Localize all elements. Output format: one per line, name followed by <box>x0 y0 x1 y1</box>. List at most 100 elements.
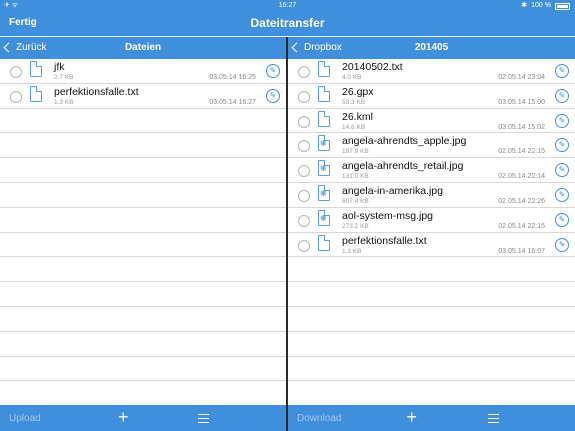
image-file-icon <box>318 209 330 226</box>
file-name: angela-in-amerika.jpg <box>342 184 443 197</box>
file-row[interactable]: 20140502.txt 4.0 KB 02.05.14 23:04 ✎ <box>288 59 575 84</box>
file-date: 03.05.14 16:07 <box>498 247 545 255</box>
image-file-icon <box>318 184 330 201</box>
status-time: 16:27 <box>278 2 297 9</box>
file-row[interactable]: aol-system-msg.jpg273.2 KB 02.05.14 22:15… <box>288 208 575 233</box>
image-file-icon <box>318 160 330 177</box>
empty-row <box>0 158 286 183</box>
edit-icon[interactable]: ✎ <box>555 237 569 252</box>
local-file-list: jfk 2.7 KB 03.05.14 16:25 ✎ perfektionsfalle… <box>0 59 286 405</box>
edit-icon[interactable]: ✎ <box>555 113 569 128</box>
add-icon[interactable]: + <box>118 407 129 427</box>
left-pane-header: Zurück Dateien <box>0 37 286 59</box>
file-size: 187.9 KB <box>342 148 369 156</box>
file-date: 02.05.14 23:04 <box>498 74 545 81</box>
left-pane-title: Dateien <box>124 42 162 53</box>
empty-row <box>0 381 286 405</box>
right-pane-header: Dropbox 201405 <box>288 37 575 59</box>
list-icon[interactable] <box>198 414 209 423</box>
file-row[interactable]: perfektionsfalle.txt 1.3 KB 03.05.14 16:07… <box>288 233 575 258</box>
edit-icon[interactable]: ✎ <box>555 64 569 78</box>
edit-icon[interactable]: ✎ <box>555 88 569 103</box>
select-radio[interactable] <box>298 165 310 178</box>
empty-row <box>288 332 575 357</box>
file-size: 2.7 KB <box>54 74 74 81</box>
edit-icon[interactable]: ✎ <box>555 212 569 227</box>
image-file-icon <box>318 135 330 152</box>
empty-row <box>288 381 575 405</box>
file-date: 03.05.14 16:25 <box>209 74 256 81</box>
right-toolbar: Download + <box>288 405 575 431</box>
battery-percent: 100 % <box>531 2 551 9</box>
file-date: 03.05.14 15:02 <box>498 123 545 131</box>
empty-row <box>0 332 286 357</box>
edit-icon[interactable]: ✎ <box>266 88 280 103</box>
file-name: aol-system-msg.jpg <box>342 209 434 222</box>
document-icon <box>318 234 330 251</box>
empty-row <box>288 257 575 283</box>
file-size: 1.3 KB <box>54 98 74 106</box>
empty-row <box>0 307 286 332</box>
file-name: perfektionsfalle.txt <box>54 85 139 98</box>
download-button[interactable]: Download <box>297 413 341 424</box>
empty-row <box>288 282 575 307</box>
right-pane-title: 201405 <box>414 42 449 53</box>
file-row[interactable]: perfektionsfalle.txt 1.3 KB 03.05.14 16:27… <box>0 84 286 109</box>
edit-icon[interactable]: ✎ <box>555 187 569 202</box>
edit-icon[interactable]: ✎ <box>266 64 280 78</box>
file-date: 03.05.14 15:00 <box>498 98 545 106</box>
empty-row <box>0 208 286 233</box>
file-row[interactable]: angela-in-amerika.jpg607.4 KB 02.05.14 22… <box>288 183 575 208</box>
edit-icon[interactable]: ✎ <box>555 163 569 178</box>
empty-row <box>0 133 286 159</box>
file-date: 02.05.14 22:15 <box>498 222 545 230</box>
empty-row <box>0 257 286 283</box>
file-size: 131.0 KB <box>342 173 369 181</box>
dropbox-file-list: 20140502.txt 4.0 KB 02.05.14 23:04 ✎ 26.gpx 5… <box>288 59 575 405</box>
upload-button[interactable]: Upload <box>9 413 41 424</box>
file-size: 273.2 KB <box>342 222 369 230</box>
battery-icon <box>555 3 570 10</box>
file-date: 03.05.14 16:27 <box>209 98 256 106</box>
add-icon[interactable]: + <box>407 407 418 427</box>
empty-row <box>288 307 575 332</box>
edit-icon[interactable]: ✎ <box>555 138 569 153</box>
select-radio[interactable] <box>298 90 310 103</box>
select-radio[interactable] <box>298 239 310 252</box>
file-name: jfk <box>54 61 65 73</box>
select-radio[interactable] <box>298 140 310 153</box>
title-bar: ✈ ᯤ 16:27 ✱ 100 % Fertig Dateitransfer <box>0 0 575 36</box>
select-radio[interactable] <box>10 90 22 103</box>
file-name: perfektionsfalle.txt <box>342 234 427 247</box>
empty-row <box>0 282 286 307</box>
document-icon <box>318 61 330 77</box>
empty-row <box>0 183 286 208</box>
file-row[interactable]: angela-ahrendts_apple.jpg187.9 KB 02.05.1… <box>288 133 575 159</box>
empty-row <box>0 357 286 382</box>
select-radio[interactable] <box>298 66 310 78</box>
select-radio[interactable] <box>298 189 310 202</box>
select-radio[interactable] <box>298 115 310 128</box>
file-size: 53.3 KB <box>342 98 366 106</box>
status-bar: ✈ ᯤ 16:27 ✱ 100 % <box>0 0 575 11</box>
list-icon[interactable] <box>488 414 499 423</box>
select-radio[interactable] <box>298 214 310 227</box>
file-size: 1.3 KB <box>342 247 362 255</box>
document-icon <box>318 110 330 127</box>
file-size: 14.6 KB <box>342 123 366 131</box>
file-name: 26.kml <box>342 110 373 123</box>
document-icon <box>318 85 330 102</box>
file-row[interactable]: 26.kml 14.6 KB 03.05.14 15:02 ✎ <box>288 109 575 134</box>
select-radio[interactable] <box>10 66 22 78</box>
page-title: Dateitransfer <box>250 16 325 30</box>
file-name: 26.gpx <box>342 85 374 98</box>
file-size: 607.4 KB <box>342 197 369 205</box>
document-icon <box>30 85 42 102</box>
file-name: angela-ahrendts_retail.jpg <box>342 160 464 173</box>
empty-row <box>0 109 286 134</box>
file-name: 20140502.txt <box>342 61 403 73</box>
file-row[interactable]: jfk 2.7 KB 03.05.14 16:25 ✎ <box>0 59 286 84</box>
file-row[interactable]: 26.gpx 53.3 KB 03.05.14 15:00 ✎ <box>288 84 575 109</box>
file-row[interactable]: angela-ahrendts_retail.jpg131.0 KB 02.05.… <box>288 158 575 183</box>
empty-row <box>0 233 286 258</box>
